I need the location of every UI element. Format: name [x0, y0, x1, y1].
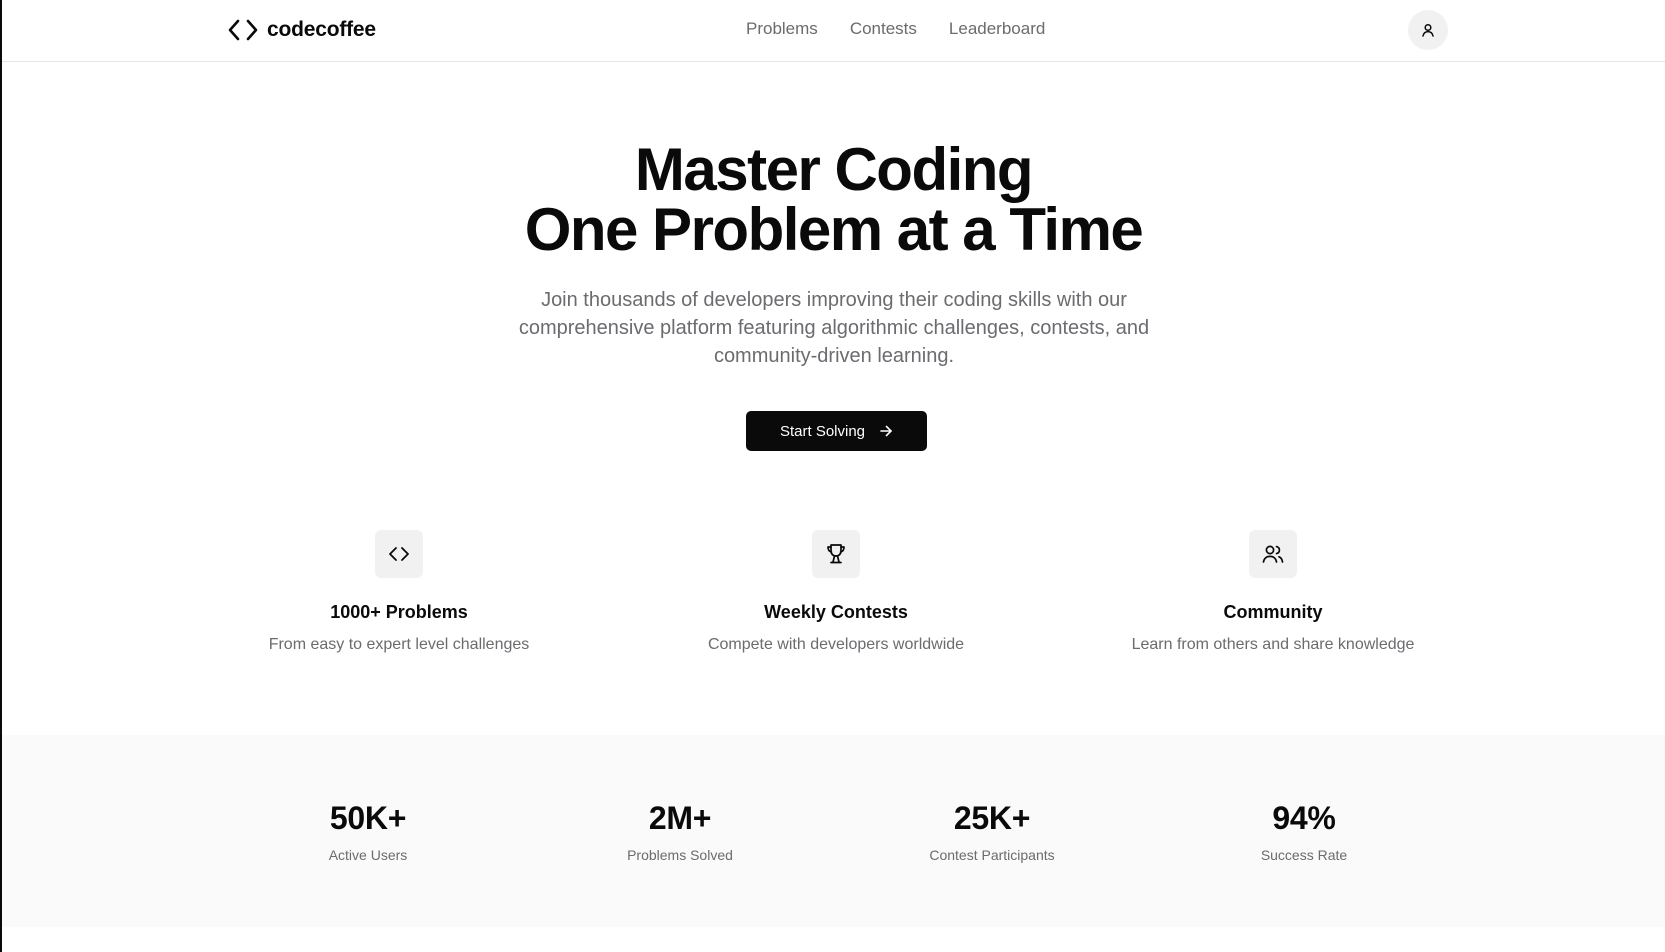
main-nav: Problems Contests Leaderboard [746, 19, 1045, 39]
hero-subtitle: Join thousands of developers improving t… [518, 289, 1150, 367]
hero-title: Master Coding One Problem at a Time [2, 140, 1665, 260]
feature-icon-box [812, 530, 860, 578]
stat-problems-solved: 2M+ Problems Solved [560, 800, 800, 864]
feature-icon-box [375, 530, 423, 578]
brand-name: codecoffee [267, 18, 376, 41]
feature-title: Community [1223, 602, 1323, 622]
stat-contest-participants: 25K+ Contest Participants [872, 800, 1112, 864]
feature-icon-box [1249, 530, 1297, 578]
start-solving-button[interactable]: Start Solving [746, 411, 927, 451]
users-icon [1262, 545, 1284, 563]
start-solving-label: Start Solving [779, 422, 866, 440]
user-menu-button[interactable] [1408, 10, 1448, 50]
stat-label: Problems Solved [627, 847, 733, 863]
feature-title: Weekly Contests [764, 602, 908, 622]
arrow-right-icon [880, 425, 892, 437]
top-navbar: codecoffee Problems Contests Leaderboard [2, 0, 1665, 62]
feature-description: From easy to expert level challenges [268, 636, 530, 653]
feature-community: Community Learn from others and share kn… [1083, 530, 1463, 656]
stat-label: Contest Participants [929, 847, 1055, 863]
trophy-icon [827, 544, 845, 564]
hero-title-line-1: Master Coding [634, 136, 1034, 203]
code-brackets-icon [228, 19, 258, 41]
stat-label: Active Users [328, 847, 408, 863]
nav-item-leaderboard[interactable]: Leaderboard [949, 19, 1045, 39]
brand-logo-link[interactable]: codecoffee [227, 15, 376, 45]
stat-value: 2M+ [648, 800, 712, 836]
nav-item-problems[interactable]: Problems [746, 19, 818, 39]
code-icon [389, 547, 409, 561]
stat-success-rate: 94% Success Rate [1184, 800, 1424, 864]
page: codecoffee Problems Contests Leaderboard… [0, 0, 1665, 952]
feature-description: Compete with developers worldwide [707, 636, 965, 653]
hero-title-line-2: One Problem at a Time [524, 196, 1144, 263]
feature-problems: 1000+ Problems From easy to expert level… [209, 530, 589, 656]
stat-active-users: 50K+ Active Users [248, 800, 488, 864]
stat-label: Success Rate [1260, 847, 1348, 863]
feature-description: Learn from others and share knowledge [1131, 636, 1415, 653]
stat-value: 50K+ [329, 800, 407, 836]
stat-value: 94% [1272, 800, 1336, 836]
feature-title: 1000+ Problems [330, 602, 468, 622]
stats-section: 50K+ Active Users 2M+ Problems Solved 25… [2, 735, 1665, 927]
feature-contests: Weekly Contests Compete with developers … [646, 530, 1026, 656]
user-icon [1422, 23, 1434, 37]
nav-item-contests[interactable]: Contests [850, 19, 917, 39]
stat-value: 25K+ [953, 800, 1031, 836]
